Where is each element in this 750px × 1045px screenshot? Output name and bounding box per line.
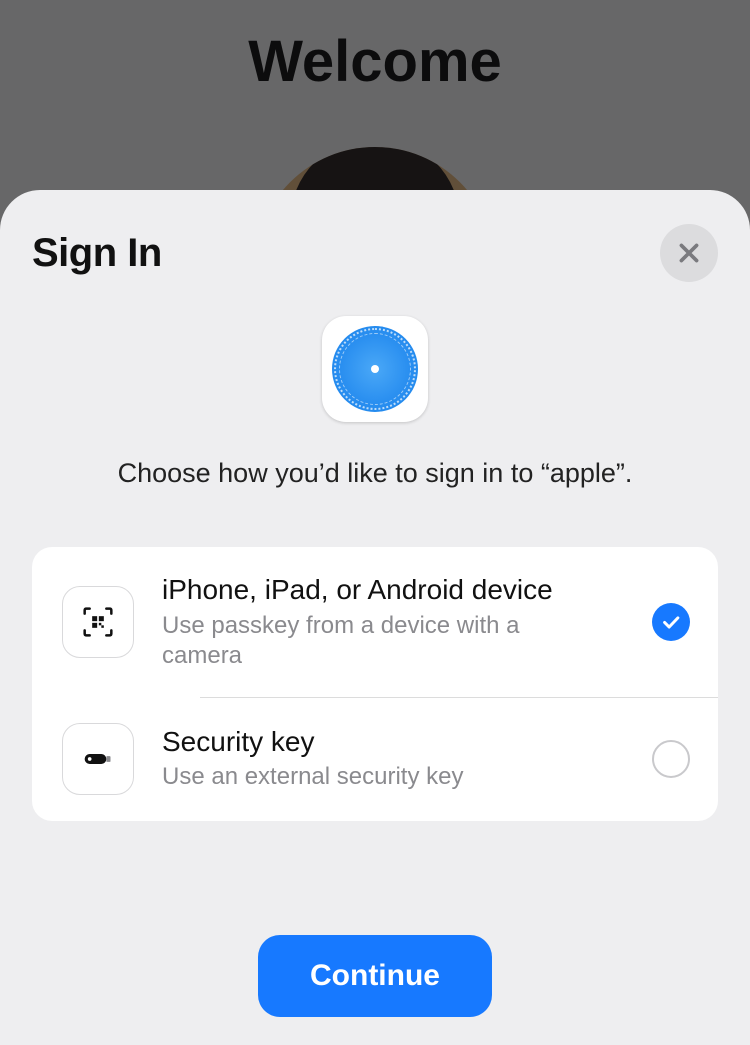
option-radio-selected[interactable] — [652, 603, 690, 641]
continue-button[interactable]: Continue — [258, 935, 492, 1017]
option-subtitle: Use an external security key — [162, 762, 624, 792]
option-security-key[interactable]: Security key Use an external security ke… — [32, 697, 718, 821]
close-icon — [676, 240, 702, 266]
option-radio-unselected[interactable] — [652, 740, 690, 778]
sheet-prompt: Choose how you’d like to sign in to “app… — [32, 458, 718, 489]
checkmark-icon — [660, 611, 682, 633]
option-title: Security key — [162, 725, 624, 759]
safari-icon — [332, 326, 418, 412]
app-icon — [322, 316, 428, 422]
option-title: iPhone, iPad, or Android device — [162, 573, 624, 607]
qr-scan-icon — [62, 586, 134, 658]
sign-in-sheet: Sign In Choose how you’d like to sign in… — [0, 190, 750, 1045]
options-list: iPhone, iPad, or Android device Use pass… — [32, 547, 718, 821]
option-subtitle: Use passkey from a device with a camera — [162, 611, 552, 671]
security-key-icon — [62, 723, 134, 795]
close-button[interactable] — [660, 224, 718, 282]
sheet-title: Sign In — [32, 231, 162, 276]
option-passkey-device[interactable]: iPhone, iPad, or Android device Use pass… — [32, 547, 718, 697]
